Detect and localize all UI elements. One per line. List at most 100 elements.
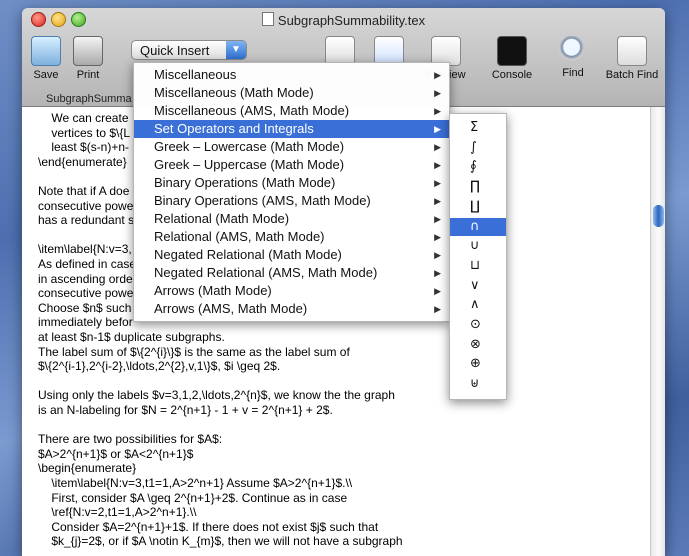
editor-line: Using only the labels $v=3,1,2,\ldots,2^… <box>38 388 395 403</box>
menu-item[interactable]: Relational (Math Mode) ▶ <box>134 210 449 228</box>
symbol-menu-item[interactable]: ∩ <box>450 217 506 236</box>
document-icon <box>261 12 274 26</box>
quick-insert-menu: Miscellaneous ▶ Miscellaneous (Math Mode) ▶… <box>133 62 450 322</box>
menu-item-label: Binary Operations (AMS, Math Mode) <box>154 193 371 208</box>
editor-line: As defined in case <box>38 257 137 271</box>
menu-item-label: Greek – Uppercase (Math Mode) <box>154 157 345 172</box>
symbol-menu-item[interactable]: ∮ <box>450 158 506 176</box>
symbol-menu-item[interactable]: ⊙ <box>450 316 506 334</box>
menu-item[interactable]: Binary Operations (Math Mode) ▶ <box>134 174 449 192</box>
submenu-arrow-icon: ▶ <box>434 286 441 296</box>
magnifier-icon <box>559 36 587 64</box>
editor-line: \item\label{N:v=3,t1=1,A>2^n+1} Assume $… <box>38 476 353 490</box>
editor-line: is an N-labeling for $N = 2^{n+1} - 1 + … <box>38 403 333 417</box>
symbol-menu-item[interactable]: ∏ <box>450 178 506 196</box>
submenu-arrow-icon: ▶ <box>434 232 441 242</box>
batch-find-button[interactable]: Batch Find <box>597 36 665 81</box>
submenu-arrow-icon: ▶ <box>434 250 441 260</box>
menu-item-label: Negated Relational (AMS, Math Mode) <box>154 265 378 280</box>
menu-item-label: Set Operators and Integrals <box>154 121 314 136</box>
symbol-menu-item[interactable]: ∫ <box>450 139 506 157</box>
menu-item[interactable]: Binary Operations (AMS, Math Mode) ▶ <box>134 192 449 210</box>
submenu-arrow-icon: ▶ <box>434 304 441 314</box>
editor-line: We can create <box>38 111 129 125</box>
menu-item[interactable]: Negated Relational (Math Mode) ▶ <box>134 246 449 264</box>
quick-insert-popup[interactable]: Quick Insert ▼ <box>131 40 247 60</box>
editor-line: $k_{j}=2$, or if $A \notin K_{m}$, then … <box>38 534 403 549</box>
editor-line: $\{2^{i-1},2^{i-2},\ldots,2^{2},v,1\}$, … <box>38 359 281 374</box>
scroll-thumb[interactable] <box>653 205 664 227</box>
batch-find-icon <box>617 36 647 66</box>
menu-item[interactable]: Miscellaneous (AMS, Math Mode) ▶ <box>134 102 449 120</box>
submenu-arrow-icon: ▶ <box>434 106 441 116</box>
chevron-down-icon: ▼ <box>226 41 246 59</box>
menu-item-label: Arrows (AMS, Math Mode) <box>154 301 308 316</box>
editor-line: \begin{enumerate} <box>38 461 137 476</box>
editor-line: Note that if A doe <box>38 184 130 198</box>
vertical-scrollbar[interactable] <box>650 107 665 556</box>
editor-line: There are two possibilities for $A$: <box>38 432 223 447</box>
menu-item-label: Miscellaneous (AMS, Math Mode) <box>154 103 350 118</box>
symbol-menu-item[interactable]: ∨ <box>450 277 506 295</box>
save-icon <box>31 36 61 66</box>
editor-line: least $(s-n)+n- <box>38 140 130 155</box>
document-tab[interactable]: SubgraphSumma <box>46 93 132 105</box>
menu-item-label: Greek – Lowercase (Math Mode) <box>154 139 345 154</box>
submenu-arrow-icon: ▶ <box>434 88 441 98</box>
editor-line: $A>2^{n+1}$ or $A<2^{n+1}$ <box>38 446 194 461</box>
menu-item[interactable]: Miscellaneous (Math Mode) ▶ <box>134 84 449 102</box>
submenu-arrow-icon: ▶ <box>434 214 441 224</box>
menu-item[interactable]: Arrows (Math Mode) ▶ <box>134 282 449 300</box>
menu-item[interactable]: Miscellaneous ▶ <box>134 66 449 84</box>
menu-item-label: Miscellaneous (Math Mode) <box>154 85 314 100</box>
symbol-menu-item[interactable]: ⊎ <box>450 375 506 393</box>
menu-item[interactable]: Relational (AMS, Math Mode) ▶ <box>134 228 449 246</box>
editor-line: has a redundant s <box>38 213 135 228</box>
menu-item[interactable]: Negated Relational (AMS, Math Mode) ▶ <box>134 264 449 282</box>
submenu-arrow-icon: ▶ <box>434 268 441 278</box>
window-title: SubgraphSummability.tex <box>22 12 665 28</box>
set-operators-submenu: Σ ∫ ∮ ∏ ∐ ∩ ∪ ⊔ ∨ ∧ ⊙ ⊗ ⊕ ⊎ <box>449 113 507 400</box>
symbol-menu-item[interactable]: Σ <box>450 119 506 137</box>
editor-line: Choose $n$ such <box>38 300 132 315</box>
find-button[interactable]: Find <box>543 36 603 79</box>
menu-item[interactable]: Greek – Lowercase (Math Mode) ▶ <box>134 138 449 156</box>
submenu-arrow-icon: ▶ <box>434 124 441 134</box>
editor-line: Consider $A=2^{n+1}+1$. If there does no… <box>38 519 379 534</box>
menu-item[interactable]: Arrows (AMS, Math Mode) ▶ <box>134 300 449 318</box>
editor-line: The label sum of $\{2^{i}\}$ is the same… <box>38 344 350 359</box>
submenu-arrow-icon: ▶ <box>434 142 441 152</box>
symbol-menu-item[interactable]: ∐ <box>450 198 506 216</box>
submenu-arrow-icon: ▶ <box>434 70 441 80</box>
editor-line: at least $n-1$ duplicate subgraphs. <box>38 330 225 344</box>
menu-item-label: Relational (AMS, Math Mode) <box>154 229 325 244</box>
console-button[interactable]: Console <box>482 36 542 81</box>
terminal-icon <box>497 36 527 66</box>
symbol-menu-item[interactable]: ⊕ <box>450 355 506 373</box>
editor-line: immediately befor <box>38 315 133 330</box>
editor-line: \end{enumerate} <box>38 154 127 169</box>
editor-line: \ref{N:v=2,t1=1,A>2^n+1}.\\ <box>38 505 197 520</box>
submenu-arrow-icon: ▶ <box>434 160 441 170</box>
editor-line: consecutive powe <box>38 286 134 301</box>
symbol-menu-item[interactable]: ∪ <box>450 237 506 255</box>
symbol-menu-item[interactable]: ∧ <box>450 296 506 314</box>
menu-item-label: Binary Operations (Math Mode) <box>154 175 336 190</box>
editor-line: \item\label{N:v=3, <box>38 242 132 257</box>
menu-item-label: Negated Relational (Math Mode) <box>154 247 342 262</box>
menu-item[interactable]: Greek – Uppercase (Math Mode) ▶ <box>134 156 449 174</box>
submenu-arrow-icon: ▶ <box>434 178 441 188</box>
print-button[interactable]: Print <box>58 36 118 81</box>
submenu-arrow-icon: ▶ <box>434 196 441 206</box>
editor-line: vertices to $\{L <box>38 125 131 140</box>
printer-icon <box>73 36 103 66</box>
editor-line: First, consider $A \geq 2^{n+1}+2$. Cont… <box>38 490 348 505</box>
menu-item[interactable]: Set Operators and Integrals ▶ <box>134 120 449 138</box>
menu-item-label: Relational (Math Mode) <box>154 211 290 226</box>
symbol-menu-item[interactable]: ⊗ <box>450 336 506 354</box>
menu-item-label: Arrows (Math Mode) <box>154 283 272 298</box>
symbol-menu-item[interactable]: ⊔ <box>450 257 506 275</box>
menu-item-label: Miscellaneous <box>154 67 237 82</box>
editor-line: consecutive powe <box>38 198 134 213</box>
editor-line: in ascending orde <box>38 271 133 286</box>
